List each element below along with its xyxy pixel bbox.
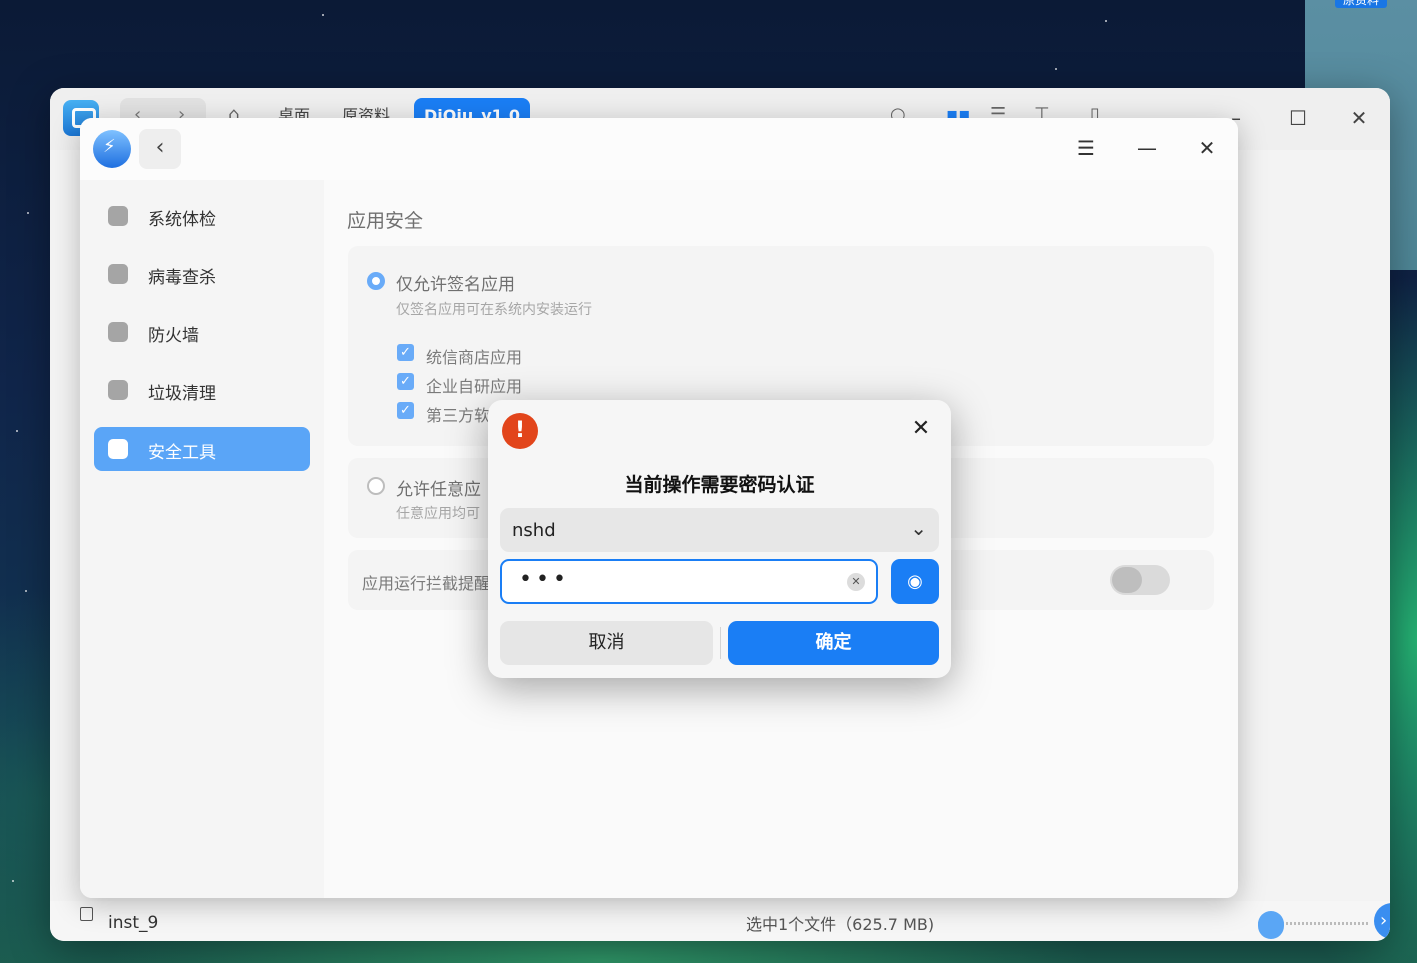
password-field[interactable]: ••• ✕: [500, 559, 878, 604]
show-password-button[interactable]: ◉: [891, 559, 939, 604]
selection-status: 选中1个文件（625.7 MB): [746, 915, 935, 934]
sidebar-item-label: 安全工具: [148, 443, 216, 463]
monitor-pulse-icon: [108, 206, 128, 226]
toolbox-icon: [108, 439, 128, 459]
chevron-down-icon: ⌄: [910, 516, 927, 540]
close-icon[interactable]: ✕: [1194, 136, 1220, 160]
desktop-star: [322, 14, 324, 16]
chevron-right-icon[interactable]: ›: [1374, 903, 1390, 939]
desktop-star: [1105, 20, 1107, 22]
firewall-icon: [108, 322, 128, 342]
auth-dialog: ! ✕ 当前操作需要密码认证 nshd ⌄ ••• ✕ ◉ 取消 确定: [488, 400, 951, 678]
security-sidebar: 系统体检 病毒查杀 防火墙 垃圾清理 安全工具: [80, 180, 324, 898]
sidebar-item-system-check[interactable]: 系统体检: [94, 194, 310, 238]
file-manager-statusbar: inst_9 选中1个文件（625.7 MB) ›: [50, 901, 1390, 941]
desktop-star: [16, 430, 18, 432]
file-icon: [80, 907, 93, 921]
user-select[interactable]: nshd ⌄: [500, 508, 939, 552]
close-icon[interactable]: ✕: [1347, 106, 1371, 130]
desktop-star: [27, 212, 29, 214]
desktop-star: [12, 880, 14, 882]
confirm-button[interactable]: 确定: [728, 621, 939, 665]
desktop-star: [25, 590, 27, 592]
security-center-logo-icon: [93, 130, 131, 168]
file-name[interactable]: inst_9: [108, 913, 158, 933]
sidebar-item-label: 垃圾清理: [148, 384, 216, 404]
virus-scan-icon: [108, 264, 128, 284]
desktop-star: [1055, 68, 1057, 70]
sidebar-item-label: 病毒查杀: [148, 268, 216, 288]
zoom-slider-handle[interactable]: [1258, 911, 1284, 939]
sidebar-item-virus-scan[interactable]: 病毒查杀: [94, 252, 310, 296]
back-button[interactable]: ‹: [139, 129, 181, 169]
maximize-icon[interactable]: ☐: [1286, 106, 1310, 130]
dialog-title: 当前操作需要密码认证: [624, 474, 815, 496]
sidebar-item-label: 系统体检: [148, 210, 216, 230]
cancel-button[interactable]: 取消: [500, 621, 713, 665]
sidebar-item-firewall[interactable]: 防火墙: [94, 310, 310, 354]
warning-shield-icon: !: [502, 413, 538, 449]
clear-icon[interactable]: ✕: [847, 573, 865, 591]
minimize-icon[interactable]: —: [1134, 136, 1160, 160]
sidebar-item-cleanup[interactable]: 垃圾清理: [94, 368, 310, 412]
trash-icon: [108, 380, 128, 400]
security-center-titlebar: ‹ ☰ — ✕: [80, 118, 1238, 180]
sidebar-item-security-tools[interactable]: 安全工具: [94, 427, 310, 471]
button-divider: [720, 627, 721, 659]
password-value: •••: [519, 567, 570, 592]
close-icon[interactable]: ✕: [907, 416, 935, 441]
user-select-value: nshd: [512, 520, 556, 541]
eye-icon: ◉: [907, 571, 923, 592]
desktop-badge: 原资料: [1334, 0, 1387, 8]
sidebar-item-label: 防火墙: [148, 326, 199, 346]
menu-icon[interactable]: ☰: [1073, 136, 1099, 160]
